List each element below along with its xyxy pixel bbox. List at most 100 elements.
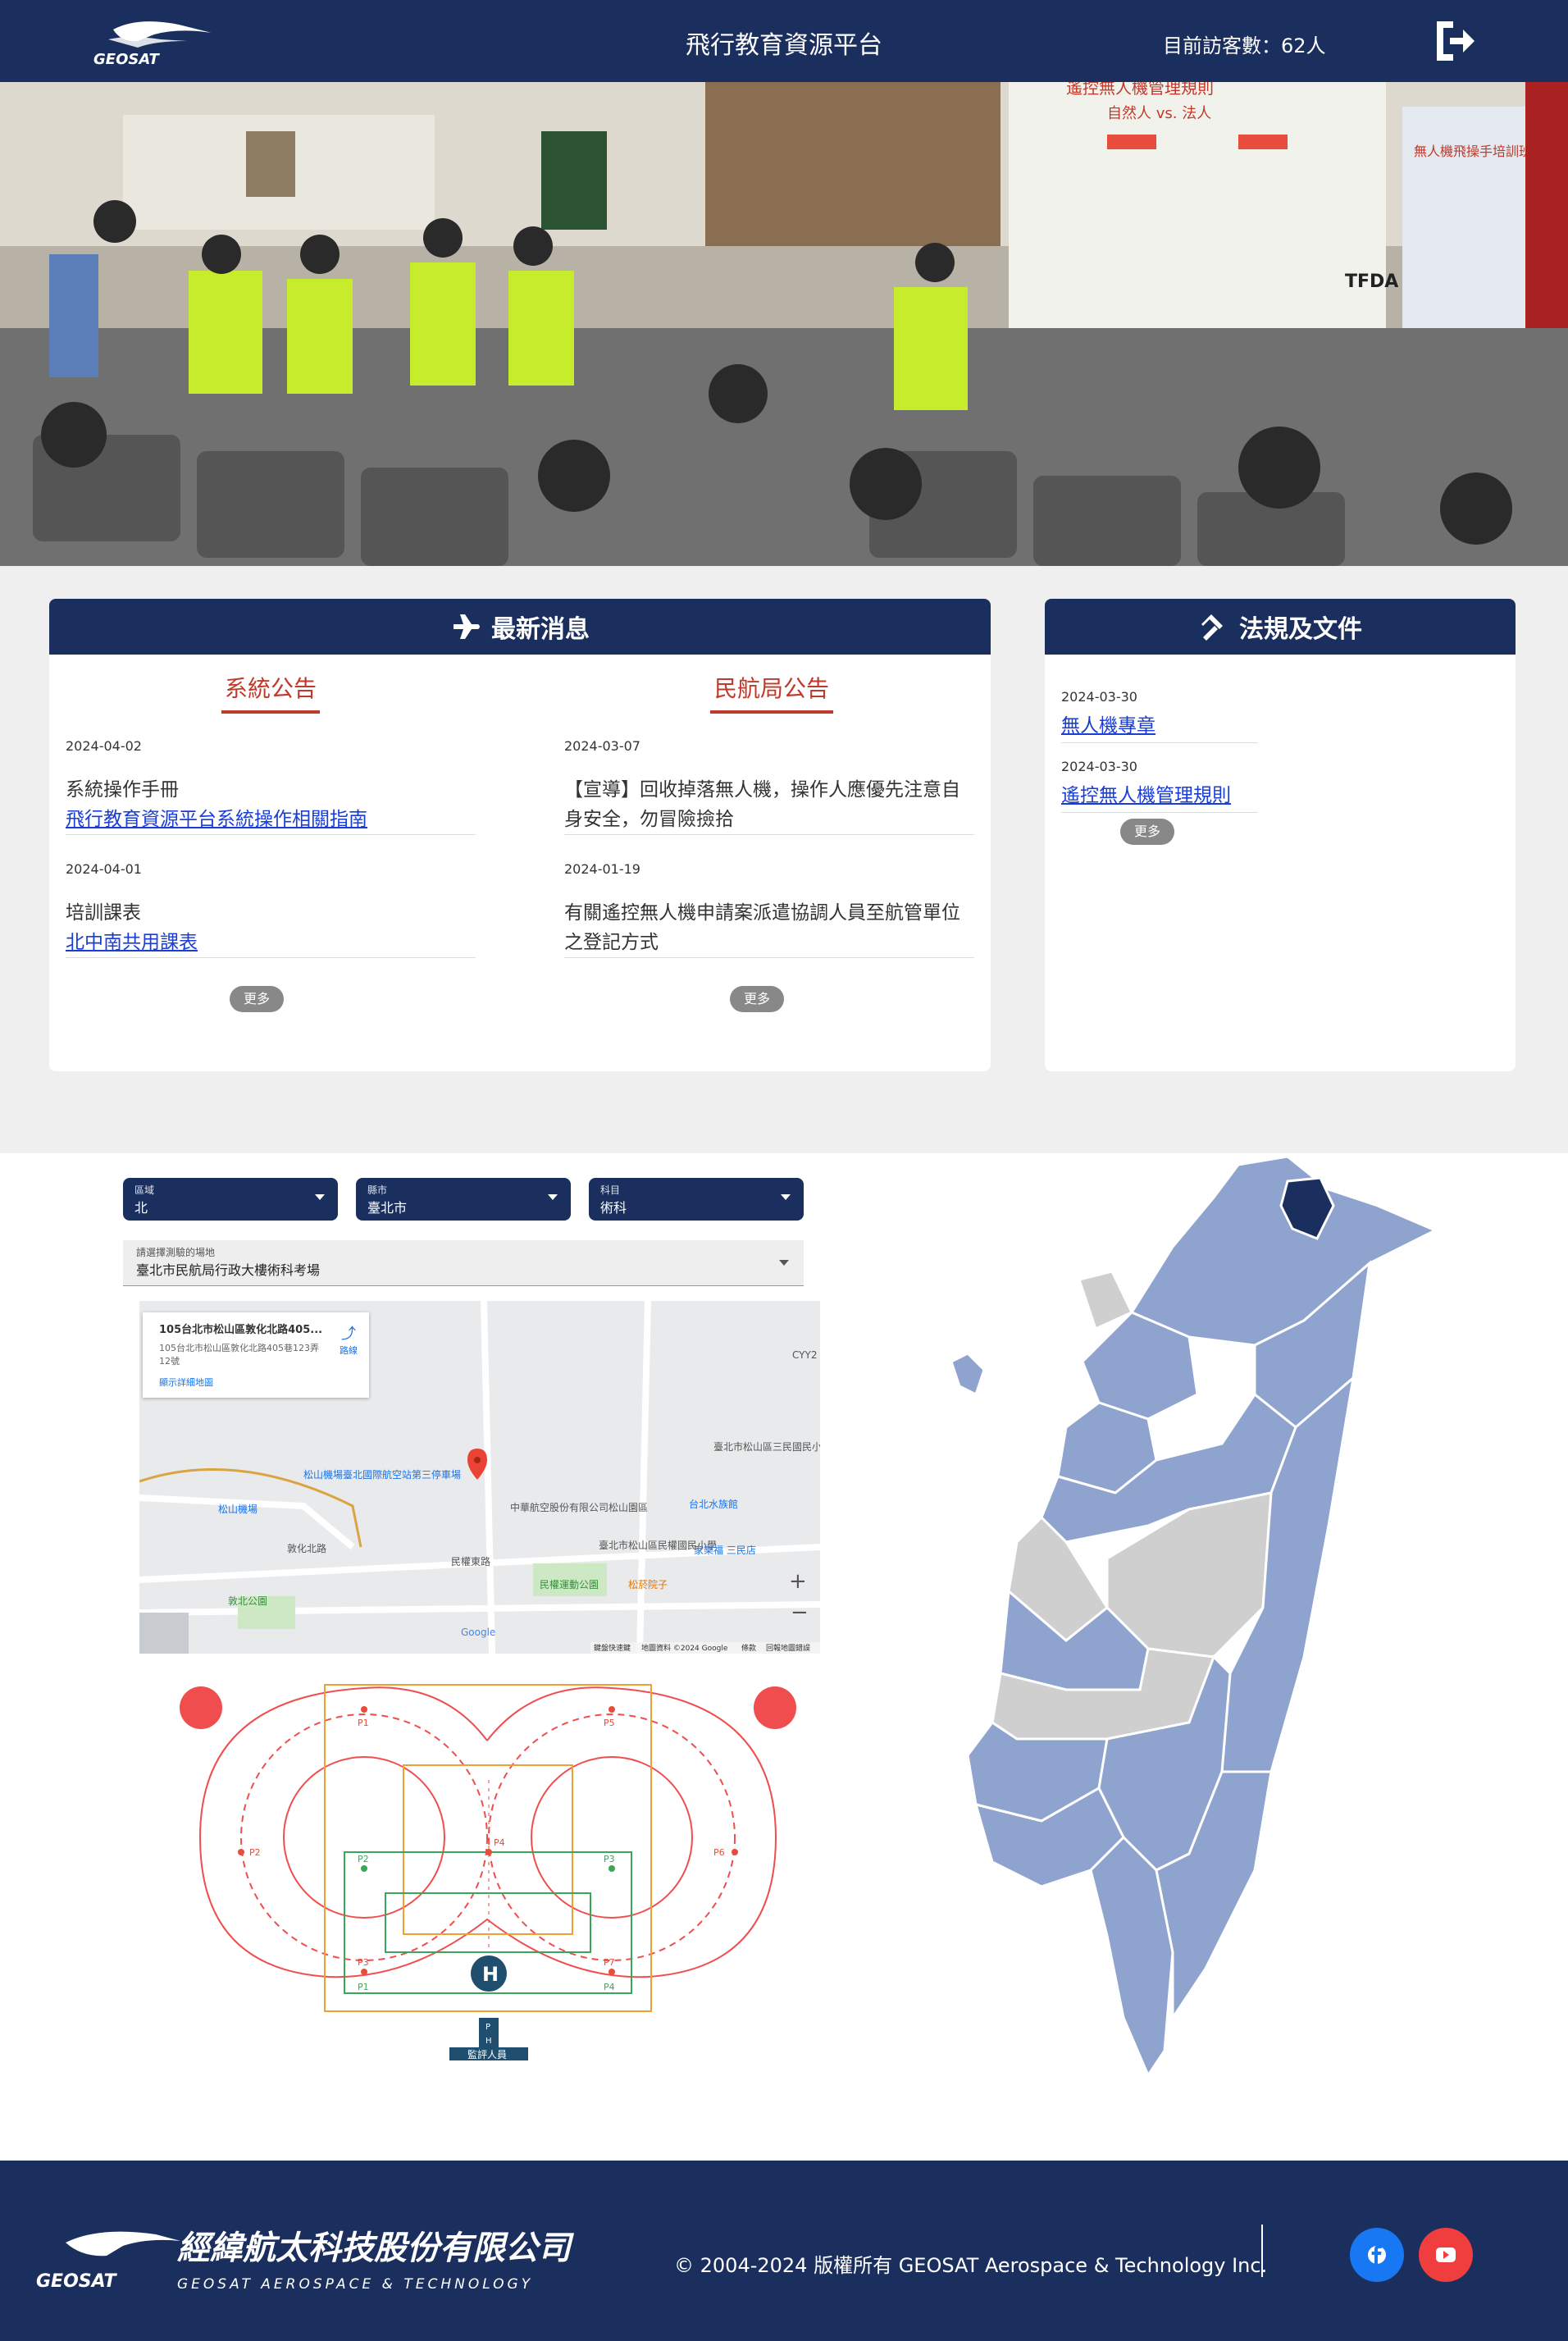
point-label: P1 <box>358 1718 369 1728</box>
news-text: 培訓課表 <box>66 902 141 924</box>
taiwan-map[interactable] <box>943 1148 1452 2083</box>
page-title: 飛行教育資源平台 <box>686 31 882 60</box>
rollup-sign: TFDA <box>1345 272 1398 292</box>
map-label: 台北水族館 <box>689 1498 738 1510</box>
list-item[interactable]: 2024-01-19 有關遙控無人機申請案派遣協調人員至航管單位之登記方式 <box>564 861 974 958</box>
rollup-title: 無人機飛操手培訓班 <box>1414 144 1532 159</box>
site-value: 臺北市民航局行政大樓術科考場 <box>136 1262 321 1278</box>
region-select[interactable]: 區域 北 <box>123 1178 338 1221</box>
facebook-icon <box>1368 2245 1386 2264</box>
map-label: 敦北公園 <box>228 1595 267 1607</box>
company-name: 經緯航太科技股份有限公司 <box>177 2229 575 2267</box>
map-footer-text: 鍵盤快速鍵 <box>594 1643 631 1653</box>
system-manual-link[interactable]: 飛行教育資源平台系統操作相關指南 <box>66 805 476 834</box>
region-penghu <box>950 1352 986 1397</box>
evaluator-box-label: H <box>485 2037 492 2046</box>
subject-select[interactable]: 科目 術科 <box>589 1178 804 1221</box>
flight-test-diagram: P1 P2 P3 P4 P5 P6 P7 P8 P2 P3 P1 P4 H P … <box>180 1684 796 2060</box>
map-label: 松山機場 <box>218 1503 258 1515</box>
company-name-en: GEOSAT AEROSPACE & TECHNOLOGY <box>177 2276 533 2293</box>
youtube-button[interactable] <box>1419 2228 1473 2282</box>
gavel-icon <box>1201 614 1223 641</box>
latest-news-card: 最新消息 系統公告 民航局公告 2024-04-02 系統操作手冊 飛行教育資源… <box>49 599 991 1071</box>
banner-subheading: 自然人 vs. 法人 <box>1107 105 1211 122</box>
latest-news-title: 最新消息 <box>491 615 590 644</box>
laws-card: 法規及文件 2024-03-30 無人機專章 2024-03-30 遙控無人機管… <box>1045 599 1516 1071</box>
site-label: 請選擇測驗的場地 <box>136 1247 216 1258</box>
law-link[interactable]: 遙控無人機管理規則 <box>1061 785 1231 806</box>
map-label: 家樂福 三民店 <box>694 1544 756 1556</box>
caa-notice-title: 民航局公告 <box>710 671 833 714</box>
list-item: 2024-04-01 培訓課表 北中南共用課表 <box>66 861 476 958</box>
laws-title: 法規及文件 <box>1239 615 1362 644</box>
airplane-icon <box>454 614 480 639</box>
map-label: Google <box>461 1627 495 1638</box>
point-label: P7 <box>604 1957 615 1968</box>
point-label: P1 <box>358 1982 369 1992</box>
map-label: 敦化北路 <box>287 1542 326 1554</box>
news-section: 最新消息 系統公告 民航局公告 2024-04-02 系統操作手冊 飛行教育資源… <box>0 566 1568 1153</box>
map-info-address: 105台北市松山區敦化北路405巷123弄12號 <box>159 1343 319 1367</box>
list-item: 2024-03-30 遙控無人機管理規則 <box>1061 759 1258 813</box>
banner-heading: 遙控無人機管理規則 <box>1066 82 1214 98</box>
point-label: P2 <box>358 1854 369 1864</box>
google-map[interactable]: 松山機場 松山機場臺北國際航空站第三停車場 中華航空股份有限公司松山園區 臺北市… <box>139 1301 820 1654</box>
schedule-link[interactable]: 北中南共用課表 <box>66 928 476 957</box>
point-label: P6 <box>713 1847 725 1858</box>
law-link[interactable]: 無人機專章 <box>1061 715 1155 737</box>
news-text[interactable]: 【宣導】回收掉落無人機，操作人應優先注意自身安全，勿冒險撿拾 <box>564 775 974 834</box>
exam-site-select[interactable]: 請選擇測驗的場地 臺北市民航局行政大樓術科考場 <box>123 1240 804 1286</box>
laws-more-button[interactable]: 更多 <box>1120 819 1174 845</box>
region-value: 北 <box>134 1200 148 1216</box>
chevron-down-icon <box>315 1194 325 1200</box>
county-label: 縣市 <box>367 1184 388 1196</box>
map-info-card: 105台北市松山區敦化北路405... 105台北市松山區敦化北路405巷123… <box>143 1312 369 1398</box>
map-label: 松菸院子 <box>628 1579 668 1590</box>
zoom-out-icon: − <box>791 1600 809 1625</box>
law-date: 2024-03-30 <box>1061 759 1137 774</box>
point-label: P4 <box>604 1982 615 1992</box>
county-select[interactable]: 縣市 臺北市 <box>356 1178 571 1221</box>
directions-label: 路線 <box>340 1345 358 1356</box>
directions-button[interactable]: ⤴ 路線 <box>340 1322 358 1357</box>
evaluator-label: 監評人員 <box>467 2048 507 2060</box>
list-item[interactable]: 2024-03-07 【宣導】回收掉落無人機，操作人應優先注意自身安全，勿冒險撿… <box>564 738 974 835</box>
visitor-count: 目前訪客數：62人 <box>1163 34 1326 57</box>
footer-logo-text: GEOSAT <box>36 2271 118 2292</box>
point-label: P3 <box>358 1957 369 1968</box>
footer-divider <box>1261 2225 1263 2277</box>
company-logo: GEOSAT 經緯航太科技股份有限公司 GEOSAT AEROSPACE & T… <box>36 2229 575 2293</box>
news-text[interactable]: 有關遙控無人機申請案派遣協調人員至航管單位之登記方式 <box>564 898 974 957</box>
map-label: 民權運動公園 <box>540 1579 599 1590</box>
map-label: 松山機場臺北國際航空站第三停車場 <box>303 1468 461 1481</box>
laws-header: 法規及文件 <box>1045 599 1516 655</box>
point-label: P2 <box>249 1847 261 1858</box>
region-north <box>1129 1155 1438 1347</box>
list-item: 2024-04-02 系統操作手冊 飛行教育資源平台系統操作相關指南 <box>66 738 476 835</box>
copyright: © 2004-2024 版權所有 GEOSAT Aerospace & Tech… <box>674 2254 1268 2277</box>
county-value: 臺北市 <box>367 1200 408 1216</box>
view-larger-map-link[interactable]: 顯示詳細地圖 <box>159 1376 353 1389</box>
point-label: P4 <box>494 1837 505 1848</box>
facebook-button[interactable] <box>1350 2228 1404 2282</box>
region-label: 區域 <box>134 1184 155 1196</box>
logout-icon[interactable] <box>1432 18 1478 64</box>
caa-more-button[interactable]: 更多 <box>730 986 784 1012</box>
directions-icon: ⤴ <box>341 1326 356 1343</box>
hero-photo: 遙控無人機管理規則 自然人 vs. 法人 無人機飛操手培訓班 TFDA <box>0 82 1568 566</box>
zoom-in-icon: + <box>789 1569 807 1594</box>
chevron-down-icon <box>781 1194 791 1200</box>
evaluator-box-label: P <box>485 2023 490 2032</box>
map-label: 民權東路 <box>451 1555 490 1568</box>
map-footer-text: 條款 <box>741 1643 756 1653</box>
youtube-icon <box>1436 2247 1456 2262</box>
latest-news-header: 最新消息 <box>49 599 991 655</box>
chevron-down-icon <box>779 1260 789 1266</box>
system-more-button[interactable]: 更多 <box>230 986 284 1012</box>
news-text: 系統操作手冊 <box>66 779 179 801</box>
news-date: 2024-03-07 <box>564 738 640 754</box>
law-date: 2024-03-30 <box>1061 689 1137 705</box>
system-notice-title: 系統公告 <box>221 671 320 714</box>
subject-value: 術科 <box>600 1200 627 1216</box>
subject-label: 科目 <box>600 1184 621 1196</box>
